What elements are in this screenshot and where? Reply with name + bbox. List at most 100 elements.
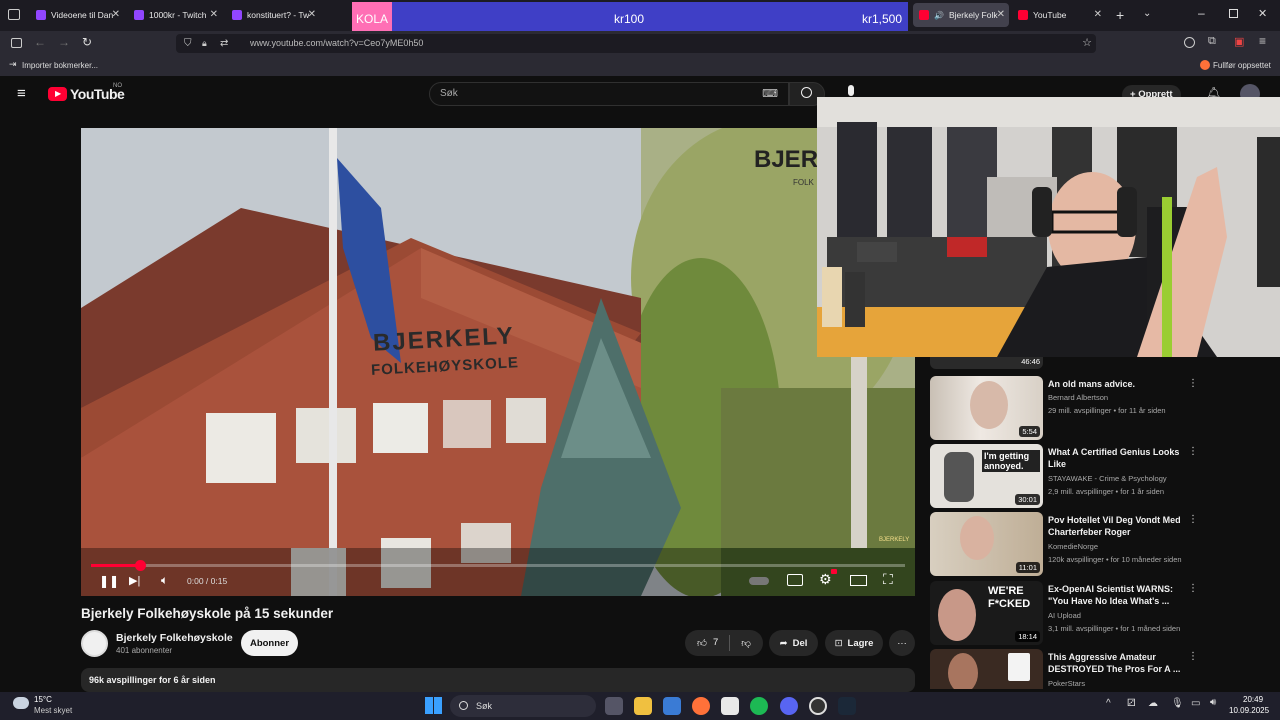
pause-icon[interactable]: ❚❚ (99, 574, 119, 588)
description-box[interactable]: 96k avspillinger for 6 år siden (81, 668, 915, 692)
tab-bjerkely[interactable]: 🔊 Bjerkely Folk ✕ (913, 3, 1009, 27)
list-item[interactable]: This Aggressive Amateur DESTROYED The Pr… (930, 649, 1210, 689)
more-vertical-icon[interactable]: ⋮ (1188, 514, 1198, 525)
restore-icon[interactable] (1229, 9, 1238, 18)
chevron-down-icon[interactable]: ⌄ (1143, 8, 1151, 19)
video-title[interactable]: What A Certified Genius Looks Like (1048, 446, 1188, 470)
clock-time[interactable]: 20:49 (1243, 695, 1263, 704)
progress-track[interactable] (91, 560, 905, 571)
video-thumbnail[interactable]: 5:54 (930, 376, 1043, 440)
extensions-icon[interactable]: ⧉ (1208, 35, 1216, 48)
list-item[interactable]: 5:54 An old mans advice. Bernard Alberts… (930, 376, 1210, 440)
mic-tray-icon[interactable]: 🎙︎ (1171, 698, 1184, 709)
new-tab-icon[interactable]: + (1116, 7, 1124, 23)
more-vertical-icon[interactable]: ⋮ (1188, 583, 1198, 594)
close-icon[interactable]: ✕ (997, 9, 1005, 20)
volume-tray-icon[interactable]: 🔊︎ (1210, 697, 1216, 708)
like-button[interactable]: 👍︎ 7 (697, 637, 718, 649)
tab-youtube[interactable]: YouTube ✕ (1012, 3, 1106, 27)
channel-name[interactable]: AI Upload (1048, 611, 1081, 620)
video-thumbnail[interactable]: 11:01 (930, 512, 1043, 576)
minimize-icon[interactable]: – (1198, 6, 1205, 20)
taskbar-search[interactable]: Søk (450, 695, 596, 717)
channel-name[interactable]: Bjerkely Folkehøyskole (116, 632, 233, 644)
tab-1000kr[interactable]: 1000kr - Twitch ✕ (128, 3, 222, 27)
clock-date[interactable]: 10.09.2025 (1229, 706, 1269, 715)
spotify-icon[interactable] (750, 697, 768, 715)
tab-list-icon[interactable] (8, 9, 20, 20)
close-window-icon[interactable]: ✕ (1258, 7, 1267, 20)
reload-icon[interactable]: ↻ (82, 35, 92, 49)
weather-icon[interactable] (13, 697, 29, 709)
tray-apps-icon[interactable]: ⚂ (1127, 698, 1136, 709)
subscribe-button[interactable]: Abonner (241, 630, 298, 656)
close-icon[interactable]: ✕ (210, 9, 218, 20)
channel-name[interactable]: Bernard Albertson (1048, 393, 1108, 402)
list-item[interactable]: I'm getting annoyed. 30:01 What A Certif… (930, 444, 1210, 508)
app-icon[interactable] (721, 697, 739, 715)
more-vertical-icon[interactable]: ⋮ (1188, 651, 1198, 662)
addon-icon[interactable]: ▣ (1234, 35, 1244, 48)
video-title[interactable]: Pov Hotellet Vil Deg Vondt Med Charterfe… (1048, 514, 1188, 538)
microphone-icon[interactable] (848, 85, 854, 96)
task-view-icon[interactable] (605, 697, 623, 715)
tab-konstituert[interactable]: konstituert? - Tw ✕ (226, 3, 320, 27)
forward-icon[interactable]: → (58, 35, 70, 49)
close-icon[interactable]: ✕ (308, 9, 316, 20)
partial-thumbnail[interactable]: 46:46 (930, 357, 1043, 369)
video-thumbnail[interactable]: WE'RE F*CKED 18:14 (930, 581, 1043, 645)
volume-icon[interactable]: 🔈︎ (161, 573, 168, 588)
account-icon[interactable] (1184, 37, 1195, 48)
windows-start-icon[interactable] (425, 697, 442, 714)
import-bookmarks-link[interactable]: Importer bokmerker... (22, 61, 98, 70)
finish-setup-link[interactable]: Fullfør oppsettet (1213, 61, 1271, 70)
star-icon[interactable]: ☆ (1082, 34, 1092, 53)
obs-icon[interactable] (809, 697, 827, 715)
video-player[interactable]: BJERKELY FOLKEHØYSKOLE BJERKELY FOLK BJE… (81, 128, 915, 596)
channel-name[interactable]: PokerStars (1048, 679, 1085, 688)
next-icon[interactable]: ▶| (129, 574, 140, 587)
back-icon[interactable]: ← (34, 35, 46, 49)
url-bar[interactable]: ⛉ 🔒︎ ⇄ www.youtube.com/watch?v=Ceo7yME0h… (176, 34, 1096, 53)
menu-icon[interactable]: ≡ (1259, 34, 1266, 48)
more-vertical-icon[interactable]: ⋮ (1188, 378, 1198, 389)
video-title[interactable]: An old mans advice. (1048, 378, 1188, 390)
file-explorer-icon[interactable] (634, 697, 652, 715)
list-item[interactable]: 11:01 Pov Hotellet Vil Deg Vondt Med Cha… (930, 512, 1210, 576)
video-title[interactable]: This Aggressive Amateur DESTROYED The Pr… (1048, 651, 1188, 675)
keyboard-icon[interactable]: ⌨ (762, 83, 778, 105)
tray-cloud-icon[interactable]: ☁ (1148, 698, 1158, 709)
steam-icon[interactable] (838, 697, 856, 715)
autoplay-toggle[interactable] (749, 577, 769, 585)
channel-avatar[interactable] (81, 630, 108, 657)
hamburger-menu-icon[interactable]: ≡ (17, 85, 26, 102)
subscribe-label: Abonner (249, 637, 290, 649)
save-button[interactable]: ⊡ Lagre (825, 630, 883, 656)
close-icon[interactable]: ✕ (112, 9, 120, 20)
channel-name[interactable]: STAYAWAKE - Crime & Psychology (1048, 474, 1167, 483)
theater-mode-icon[interactable] (850, 575, 867, 586)
more-actions-button[interactable]: ··· (889, 630, 915, 656)
video-title[interactable]: Ex-OpenAI Scientist WARNS: "You Have No … (1048, 583, 1188, 607)
subtitles-icon[interactable] (787, 574, 803, 586)
list-item[interactable]: WE'RE F*CKED 18:14 Ex-OpenAI Scientist W… (930, 581, 1210, 645)
discord-icon[interactable] (780, 697, 798, 715)
settings-gear-icon[interactable]: ⚙ (819, 571, 832, 588)
thumbs-down-icon[interactable]: 👎︎ (741, 637, 751, 649)
search-input[interactable]: Søk ⌨ (429, 82, 789, 106)
video-thumbnail[interactable]: I'm getting annoyed. 30:01 (930, 444, 1043, 508)
scrubber-handle[interactable] (134, 560, 146, 571)
firefox-icon[interactable] (692, 697, 710, 715)
tab-videoene[interactable]: Videoene til Dan ✕ (30, 3, 124, 27)
share-button[interactable]: ➦ Del (769, 630, 818, 656)
more-vertical-icon[interactable]: ⋮ (1188, 446, 1198, 457)
video-thumbnail[interactable] (930, 649, 1043, 689)
network-icon[interactable]: ▭ (1191, 698, 1200, 709)
tray-chevron-icon[interactable]: ^ (1106, 698, 1111, 709)
fullscreen-icon[interactable]: ⛶ (883, 571, 893, 588)
channel-name[interactable]: KomedieNorge (1048, 542, 1098, 551)
sidebar-icon[interactable] (11, 38, 22, 48)
close-icon[interactable]: ✕ (1094, 9, 1102, 20)
search-icon (459, 701, 468, 710)
photos-icon[interactable] (663, 697, 681, 715)
